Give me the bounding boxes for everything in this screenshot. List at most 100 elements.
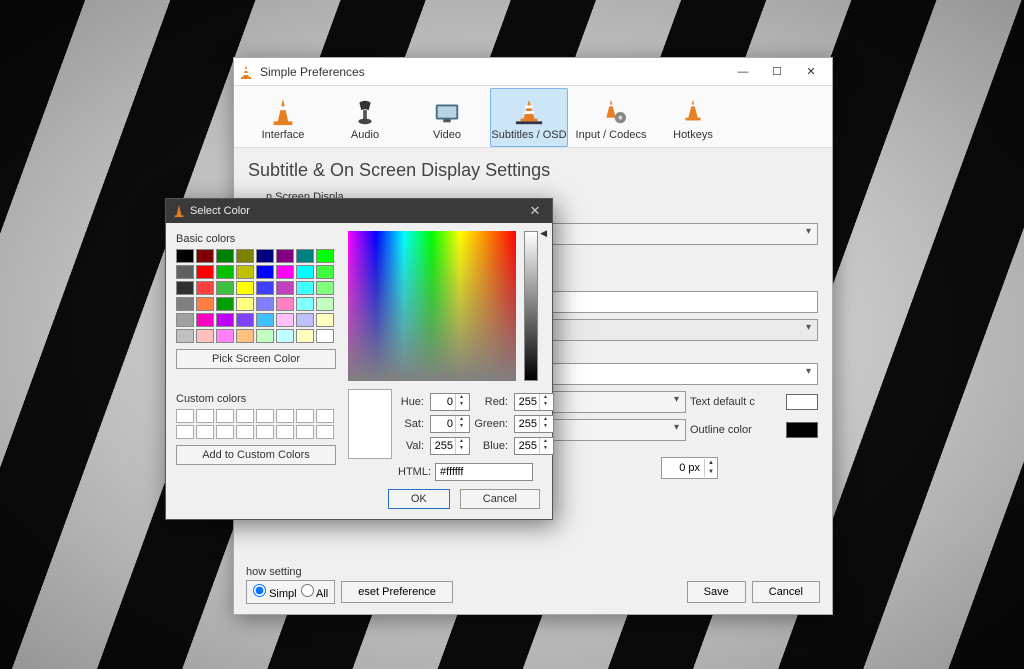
basic-color-swatch[interactable] <box>276 329 294 343</box>
basic-color-swatch[interactable] <box>236 313 254 327</box>
text-default-color-swatch[interactable] <box>786 394 818 410</box>
html-color-input[interactable] <box>435 463 533 481</box>
custom-color-slot[interactable] <box>216 425 234 439</box>
basic-color-swatch[interactable] <box>176 281 194 295</box>
color-dialog-titlebar[interactable]: Select Color ✕ <box>166 199 552 223</box>
basic-color-swatch[interactable] <box>256 297 274 311</box>
basic-color-swatch[interactable] <box>276 249 294 263</box>
basic-color-swatch[interactable] <box>176 297 194 311</box>
page-title: Subtitle & On Screen Display Settings <box>248 160 818 181</box>
hue-sat-gradient[interactable] <box>348 231 516 381</box>
basic-color-swatch[interactable] <box>296 297 314 311</box>
custom-color-slot[interactable] <box>196 425 214 439</box>
pick-screen-color-button[interactable]: Pick Screen Color <box>176 349 336 369</box>
sat-label: Sat: <box>398 418 426 430</box>
basic-color-swatch[interactable] <box>196 281 214 295</box>
tab-input-codecs[interactable]: Input / Codecs <box>572 88 650 147</box>
hue-input[interactable]: ▲▼ <box>430 393 470 411</box>
custom-color-slot[interactable] <box>236 425 254 439</box>
basic-color-swatch[interactable] <box>236 281 254 295</box>
basic-color-swatch[interactable] <box>316 281 334 295</box>
basic-color-swatch[interactable] <box>276 265 294 279</box>
basic-color-swatch[interactable] <box>196 265 214 279</box>
basic-color-swatch[interactable] <box>236 249 254 263</box>
ok-button[interactable]: OK <box>388 489 450 509</box>
sat-input[interactable]: ▲▼ <box>430 415 470 433</box>
save-button[interactable]: Save <box>687 581 746 603</box>
basic-color-swatch[interactable] <box>276 281 294 295</box>
green-input[interactable]: ▲▼ <box>514 415 554 433</box>
custom-color-slot[interactable] <box>316 425 334 439</box>
tab-subtitles[interactable]: Subtitles / OSD <box>490 88 568 147</box>
basic-color-swatch[interactable] <box>236 297 254 311</box>
close-button[interactable]: ✕ <box>794 61 828 83</box>
basic-color-swatch[interactable] <box>176 265 194 279</box>
basic-color-swatch[interactable] <box>196 249 214 263</box>
basic-color-swatch[interactable] <box>316 313 334 327</box>
shadow-offset-spinbox[interactable]: ▲▼ <box>661 457 718 479</box>
basic-color-swatch[interactable] <box>256 249 274 263</box>
cancel-button[interactable]: Cancel <box>752 581 820 603</box>
basic-color-swatch[interactable] <box>216 313 234 327</box>
custom-color-slot[interactable] <box>316 409 334 423</box>
radio-all[interactable]: All <box>301 584 329 600</box>
custom-color-slot[interactable] <box>176 409 194 423</box>
tab-audio[interactable]: Audio <box>326 88 404 147</box>
basic-color-swatch[interactable] <box>216 265 234 279</box>
custom-color-slot[interactable] <box>276 409 294 423</box>
basic-color-swatch[interactable] <box>316 249 334 263</box>
add-to-custom-colors-button[interactable]: Add to Custom Colors <box>176 445 336 465</box>
custom-color-slot[interactable] <box>216 409 234 423</box>
basic-color-swatch[interactable] <box>256 265 274 279</box>
custom-color-slot[interactable] <box>276 425 294 439</box>
basic-color-swatch[interactable] <box>316 329 334 343</box>
custom-color-slot[interactable] <box>256 425 274 439</box>
tab-interface[interactable]: Interface <box>244 88 322 147</box>
basic-color-swatch[interactable] <box>256 313 274 327</box>
minimize-button[interactable]: — <box>726 61 760 83</box>
preferences-titlebar[interactable]: Simple Preferences — ☐ ✕ <box>234 58 832 86</box>
custom-color-slot[interactable] <box>236 409 254 423</box>
basic-color-swatch[interactable] <box>316 297 334 311</box>
basic-color-swatch[interactable] <box>256 281 274 295</box>
custom-color-slot[interactable] <box>176 425 194 439</box>
basic-color-swatch[interactable] <box>176 249 194 263</box>
basic-color-swatch[interactable] <box>216 297 234 311</box>
basic-color-swatch[interactable] <box>236 329 254 343</box>
basic-color-swatch[interactable] <box>256 329 274 343</box>
basic-color-swatch[interactable] <box>296 313 314 327</box>
custom-color-slot[interactable] <box>196 409 214 423</box>
val-input[interactable]: ▲▼ <box>430 437 470 455</box>
value-slider[interactable] <box>524 231 538 381</box>
basic-color-swatch[interactable] <box>296 281 314 295</box>
basic-color-swatch[interactable] <box>236 265 254 279</box>
outline-color-swatch[interactable] <box>786 422 818 438</box>
radio-simple[interactable]: Simpl <box>253 584 297 600</box>
basic-color-swatch[interactable] <box>216 329 234 343</box>
color-dialog-close-button[interactable]: ✕ <box>524 203 546 219</box>
basic-color-swatch[interactable] <box>276 297 294 311</box>
basic-color-swatch[interactable] <box>296 249 314 263</box>
basic-color-swatch[interactable] <box>276 313 294 327</box>
color-cancel-button[interactable]: Cancel <box>460 489 540 509</box>
basic-color-swatch[interactable] <box>296 329 314 343</box>
tab-hotkeys[interactable]: Hotkeys <box>654 88 732 147</box>
custom-color-slot[interactable] <box>296 409 314 423</box>
maximize-button[interactable]: ☐ <box>760 61 794 83</box>
blue-input[interactable]: ▲▼ <box>514 437 554 455</box>
basic-color-swatch[interactable] <box>176 313 194 327</box>
basic-color-swatch[interactable] <box>216 281 234 295</box>
tab-video[interactable]: Video <box>408 88 486 147</box>
custom-color-slot[interactable] <box>256 409 274 423</box>
basic-color-swatch[interactable] <box>216 249 234 263</box>
basic-color-swatch[interactable] <box>196 297 214 311</box>
color-picker-dialog: Select Color ✕ Basic colors Pick Screen … <box>165 198 553 520</box>
basic-color-swatch[interactable] <box>176 329 194 343</box>
reset-preferences-button[interactable]: eset Preference <box>341 581 453 603</box>
basic-color-swatch[interactable] <box>316 265 334 279</box>
basic-color-swatch[interactable] <box>196 313 214 327</box>
basic-color-swatch[interactable] <box>196 329 214 343</box>
red-input[interactable]: ▲▼ <box>514 393 554 411</box>
basic-color-swatch[interactable] <box>296 265 314 279</box>
custom-color-slot[interactable] <box>296 425 314 439</box>
